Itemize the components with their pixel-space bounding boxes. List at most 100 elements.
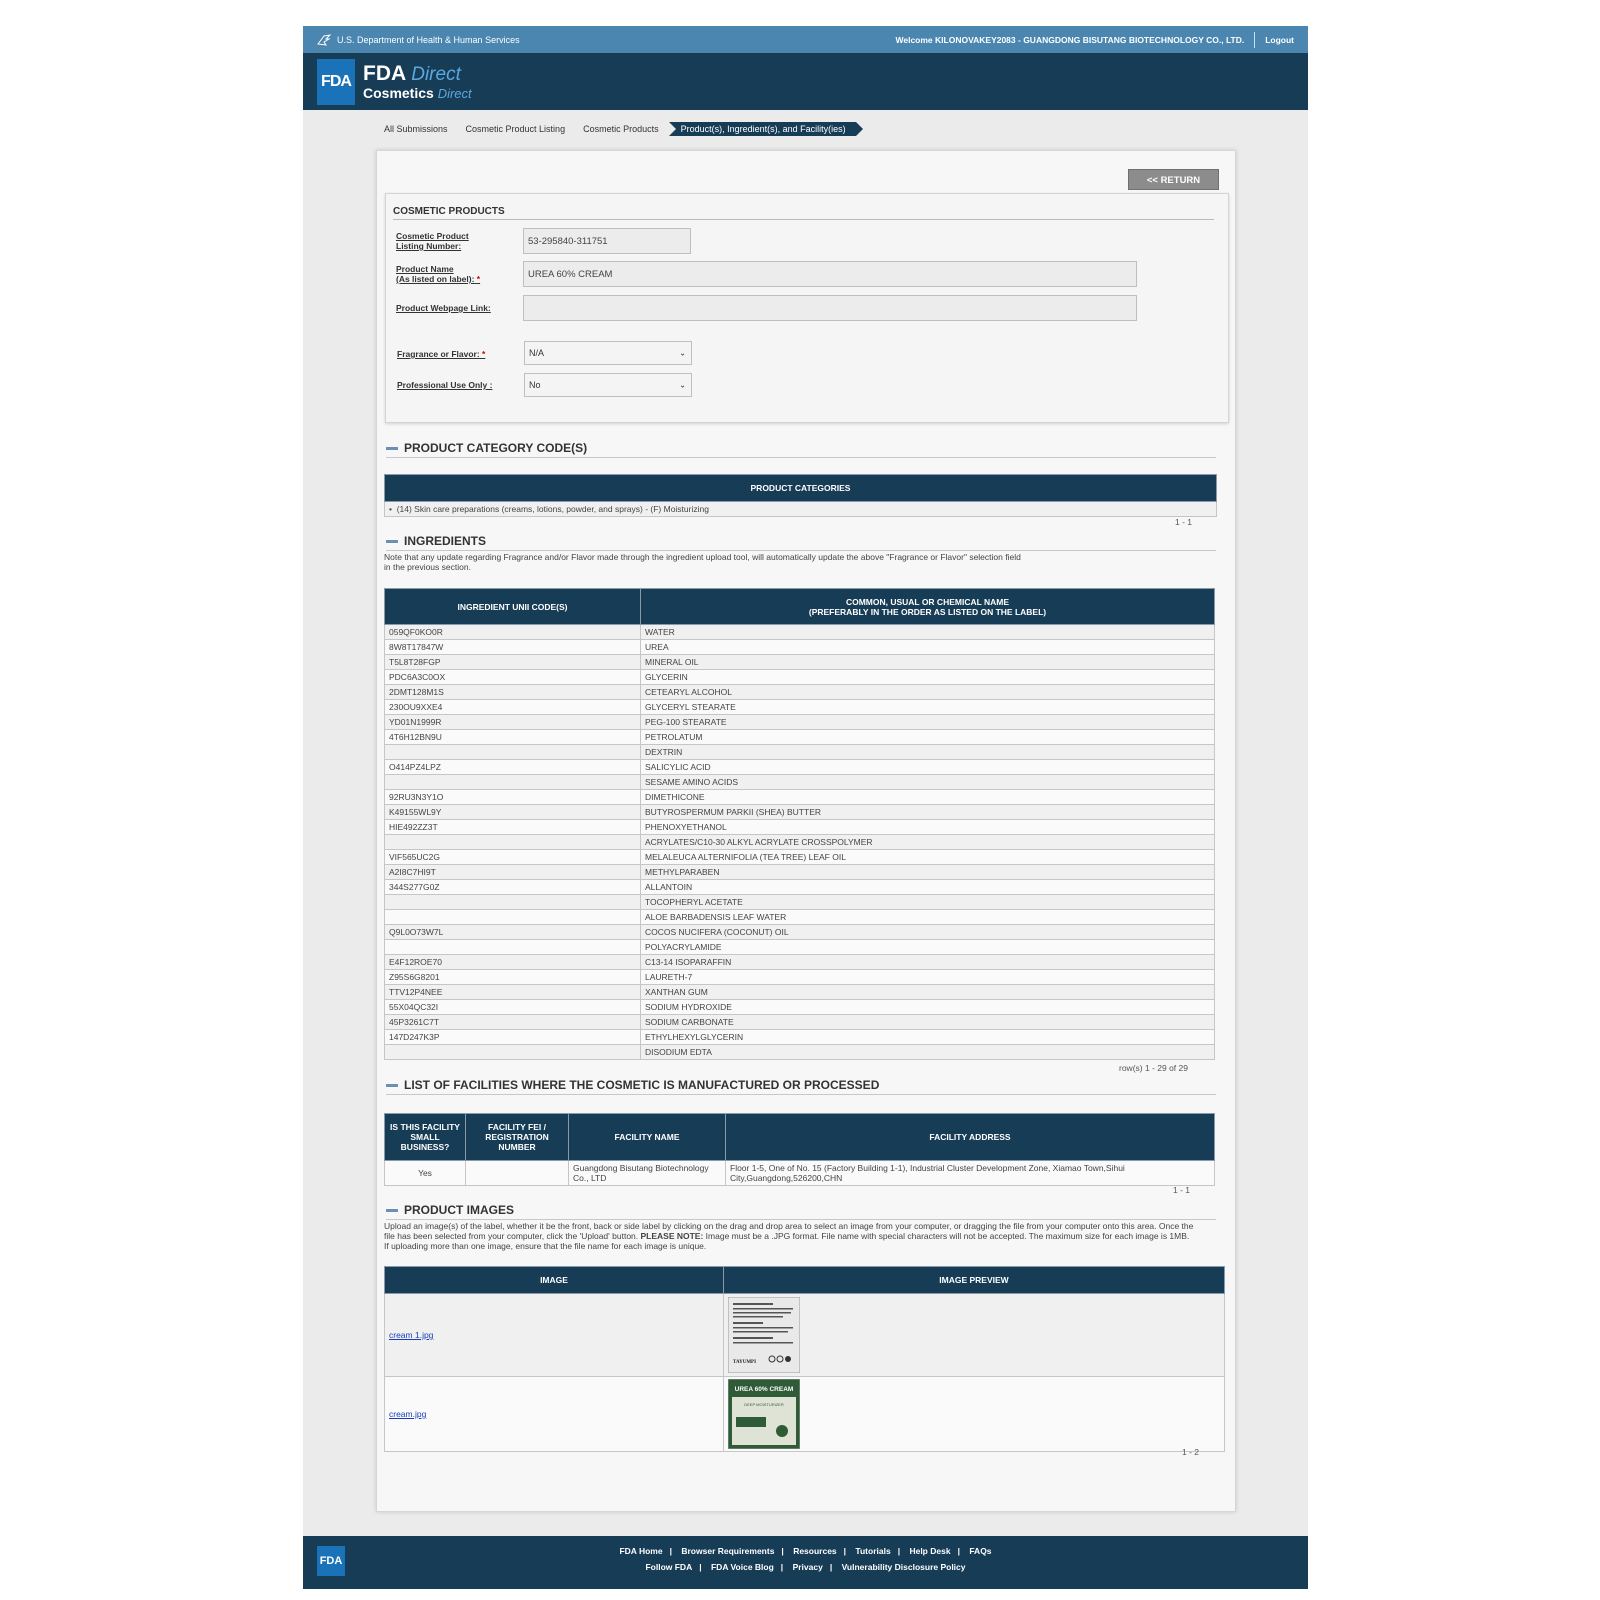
table-row: K49155WL9Y BUTYROSPERMUM PARKII (SHEA) BU… [384,804,1215,820]
cosmetic-products-panel: COSMETIC PRODUCTS Cosmetic Product Listi… [385,193,1229,423]
footer-links-row-1: FDA Home | Browser Requirements | Resource… [619,1546,992,1556]
site-footer: FDA FDA Home | Browser Requirements | Reso… [303,1536,1308,1589]
unii-code-cell: O414PZ4LPZ [384,759,641,775]
footer-links-row-2: Follow FDA | FDA Voice Blog | Privacy | Vul… [645,1562,966,1572]
table-row: 344S277G0Z ALLANTOIN [384,879,1215,895]
fragrance-select[interactable]: N/A ⌄ [524,341,692,365]
ingredient-name-cell: ALOE BARBADENSIS LEAF WATER [640,909,1215,925]
table-row: SESAME AMINO ACIDS [384,774,1215,790]
product-name-input[interactable]: UREA 60% CREAM [523,261,1137,287]
col-common-name: COMMON, USUAL OR CHEMICAL NAME (PREFERABL… [640,588,1215,625]
webpage-link-label: Product Webpage Link: [396,303,491,313]
unii-code-cell: 45P3261C7T [384,1014,641,1030]
images-section-heading[interactable]: PRODUCT IMAGES [386,1203,1216,1220]
collapse-icon[interactable] [386,446,398,450]
footer-link-tutorials[interactable]: Tutorials [855,1546,890,1556]
unii-code-cell [384,909,641,925]
label-front-thumbnail[interactable]: UREA 60% CREAM DEEP MOISTURIZER [728,1379,800,1449]
professional-use-select[interactable]: No ⌄ [524,373,692,397]
logout-link[interactable]: Logout [1265,35,1294,45]
breadcrumb-cosmetic-products[interactable]: Cosmetic Products [575,122,669,136]
ingredient-name-cell: TOCOPHERYL ACETATE [640,894,1215,910]
footer-link-privacy[interactable]: Privacy [793,1562,823,1572]
ingredient-name-cell: GLYCERIN [640,669,1215,685]
unii-code-cell: Z95S6G8201 [384,969,641,985]
table-row: PDC6A3C0OX GLYCERIN [384,669,1215,685]
table-row: 059QF0KO0R WATER [384,624,1215,640]
ingredient-name-cell: ETHYLHEXYLGLYCERIN [640,1029,1215,1045]
footer-link-follow-fda[interactable]: Follow FDA [645,1562,692,1572]
image-file-link-1[interactable]: cream 1.jpg [389,1330,433,1340]
footer-link-voice-blog[interactable]: FDA Voice Blog [711,1562,774,1572]
return-button[interactable]: << RETURN [1128,169,1219,190]
breadcrumb-current: Product(s), Ingredient(s), and Facility(… [668,122,863,136]
unii-code-cell: PDC6A3C0OX [384,669,641,685]
table-row: DEXTRIN [384,744,1215,760]
footer-link-fda-home[interactable]: FDA Home [619,1546,662,1556]
table-row: T5L8T28FGP MINERAL OIL [384,654,1215,670]
footer-link-help-desk[interactable]: Help Desk [909,1546,950,1556]
ingredient-name-cell: LAURETH-7 [640,969,1215,985]
chevron-down-icon: ⌄ [679,348,686,358]
unii-code-cell: 8W8T17847W [384,639,641,655]
collapse-icon[interactable] [386,1083,398,1087]
col-image-preview: IMAGE PREVIEW [723,1266,1225,1294]
table-row: POLYACRYLAMIDE [384,939,1215,955]
breadcrumb: All Submissions Cosmetic Product Listing… [376,122,863,136]
collapse-icon[interactable] [386,1208,398,1212]
ingredient-name-cell: XANTHAN GUM [640,984,1215,1000]
unii-code-cell [384,744,641,760]
ingredient-name-cell: DISODIUM EDTA [640,1044,1215,1060]
ingredient-name-cell: COCOS NUCIFERA (COCONUT) OIL [640,924,1215,940]
unii-code-cell: TTV12P4NEE [384,984,641,1000]
ingredients-section-heading[interactable]: INGREDIENTS [386,534,1216,551]
footer-link-vulnerability-disclosure[interactable]: Vulnerability Disclosure Policy [842,1562,966,1572]
ingredient-name-cell: PEG-100 STEARATE [640,714,1215,730]
table-row: TTV12P4NEE XANTHAN GUM [384,984,1215,1000]
facilities-section-heading[interactable]: LIST OF FACILITIES WHERE THE COSMETIC IS… [386,1078,1216,1095]
footer-link-resources[interactable]: Resources [793,1546,836,1556]
facilities-table: IS THIS FACILITY SMALL BUSINESS? FACILITY … [384,1113,1215,1186]
unii-code-cell: VIF565UC2G [384,849,641,865]
unii-code-cell: 2DMT128M1S [384,684,641,700]
collapse-icon[interactable] [386,539,398,543]
chevron-down-icon: ⌄ [679,380,686,390]
hhs-department-label: U.S. Department of Health & Human Servic… [337,34,520,45]
listing-number-label: Cosmetic Product Listing Number: [396,231,469,251]
breadcrumb-cosmetic-product-listing[interactable]: Cosmetic Product Listing [457,122,576,136]
unii-code-cell: A2I8C7HI9T [384,864,641,880]
unii-code-cell: 147D247K3P [384,1029,641,1045]
ingredients-note: Note that any update regarding Fragrance… [384,552,1021,572]
fragrance-label: Fragrance or Flavor: * [397,349,486,359]
ingredient-name-cell: POLYACRYLAMIDE [640,939,1215,955]
main-card: << RETURN COSMETIC PRODUCTS Cosmetic Pro… [376,150,1236,1512]
fda-logo[interactable]: FDA [317,58,355,105]
unii-code-cell [384,894,641,910]
ingredient-name-cell: DIMETHICONE [640,789,1215,805]
breadcrumb-all-submissions[interactable]: All Submissions [376,122,458,136]
unii-code-cell [384,939,641,955]
ingredient-name-cell: C13-14 ISOPARAFFIN [640,954,1215,970]
footer-link-browser-requirements[interactable]: Browser Requirements [681,1546,774,1556]
table-row: ACRYLATES/C10-30 ALKYL ACRYLATE CROSSPOL… [384,834,1215,850]
unii-code-cell: HIE492ZZ3T [384,819,641,835]
cosmetics-direct-brand[interactable]: FDA Direct Cosmetics Direct [363,63,472,100]
label-back-thumbnail[interactable]: TAYUMPI [728,1297,800,1373]
category-section-heading[interactable]: PRODUCT CATEGORY CODE(S) [386,441,1216,458]
image-file-link-2[interactable]: cream.jpg [389,1409,426,1419]
unii-code-cell: T5L8T28FGP [384,654,641,670]
footer-link-faqs[interactable]: FAQs [969,1546,991,1556]
images-note: Upload an image(s) of the label, whether… [384,1221,1194,1251]
ingredient-name-cell: PHENOXYETHANOL [640,819,1215,835]
ingredient-name-cell: CETEARYL ALCOHOL [640,684,1215,700]
unii-code-cell: 92RU3N3Y1O [384,789,641,805]
table-row: 2DMT128M1S CETEARYL ALCOHOL [384,684,1215,700]
ingredient-name-cell: SODIUM HYDROXIDE [640,999,1215,1015]
ingredient-name-cell: ALLANTOIN [640,879,1215,895]
table-row: 8W8T17847W UREA [384,639,1215,655]
category-table: PRODUCT CATEGORIES • (14) Skin care prep… [384,474,1217,517]
webpage-link-input[interactable] [523,295,1137,321]
col-image: IMAGE [384,1266,724,1294]
ingredient-name-cell: UREA [640,639,1215,655]
ingredient-name-cell: GLYCERYL STEARATE [640,699,1215,715]
